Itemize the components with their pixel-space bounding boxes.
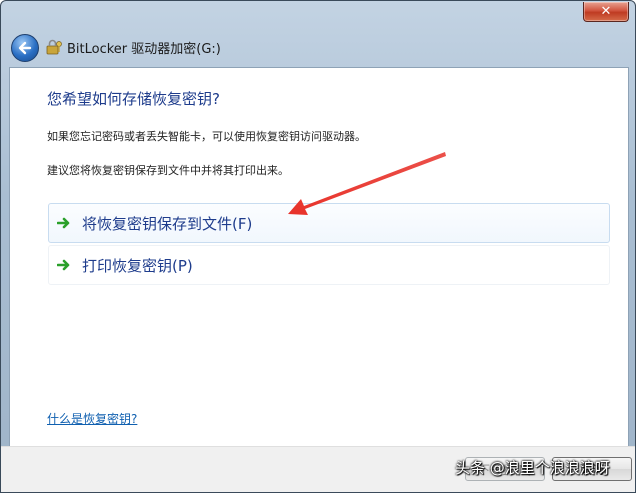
- back-arrow-icon: [18, 41, 32, 55]
- bitlocker-icon: [46, 39, 62, 55]
- what-is-recovery-key-link[interactable]: 什么是恢复密钥?: [47, 410, 137, 427]
- window-title: BitLocker 驱动器加密(G:): [67, 42, 221, 57]
- watermark-text: 头条 @浪里个浪浪浪呀: [455, 459, 610, 477]
- back-button[interactable]: [11, 34, 39, 62]
- recommendation-text: 建议您将恢复密钥保存到文件中并将其打印出来。: [47, 164, 289, 177]
- close-button[interactable]: ✕: [583, 2, 629, 22]
- page-heading: 您希望如何存储恢复密钥?: [47, 90, 220, 108]
- green-arrow-icon: [57, 258, 71, 272]
- print-key-option[interactable]: 打印恢复密钥(P): [48, 245, 610, 285]
- main-panel: 您希望如何存储恢复密钥? 如果您忘记密码或者丢失智能卡，可以使用恢复密钥访问驱动…: [9, 67, 629, 447]
- green-arrow-icon: [57, 216, 71, 230]
- print-key-label: 打印恢复密钥(P): [82, 256, 193, 275]
- save-to-file-label: 将恢复密钥保存到文件(F): [82, 214, 253, 233]
- save-to-file-option[interactable]: 将恢复密钥保存到文件(F): [48, 203, 610, 243]
- title-bar: ✕ BitLocker 驱动器加密(G:): [1, 1, 635, 67]
- bitlocker-window: ✕ BitLocker 驱动器加密(G:) 您希望如何存储恢复密钥? 如果您忘记…: [0, 0, 636, 493]
- description-text: 如果您忘记密码或者丢失智能卡，可以使用恢复密钥访问驱动器。: [47, 130, 366, 143]
- close-icon: ✕: [600, 4, 612, 19]
